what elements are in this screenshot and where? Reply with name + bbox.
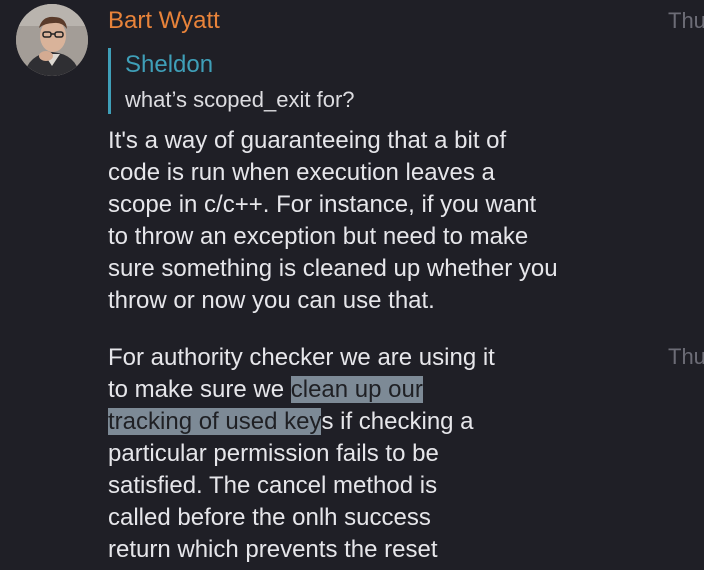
chat-message: Bart Wyatt Thu Thu Sheldon what’s scoped… [0,0,704,570]
selected-text[interactable]: tracking of used key [108,408,322,435]
text-line: to throw an exception but need to make [108,223,529,250]
text-line: scope in c/c++. For instance, if you wan… [108,191,537,218]
message-timestamp: Thu [668,344,704,369]
text-line: For authority checker we are using it [108,344,495,371]
message-paragraph: For authority checker we are using it to… [108,342,495,566]
text-line: It's a way of guaranteeing that a bit of [108,127,507,154]
quote-author: Sheldon [125,51,214,78]
text-line: particular permission fails to be [108,440,439,467]
text-segment: s if checking a [321,408,474,435]
avatar[interactable] [16,4,88,76]
text-line: to make sure we clean up our [108,374,495,406]
message-timestamp: Thu [668,8,704,33]
message-paragraph: It's a way of guaranteeing that a bit of… [108,125,558,317]
text-line: code is run when execution leaves a [108,159,495,186]
text-line: satisfied. The cancel method is [108,472,438,499]
quoted-reply[interactable]: Sheldon what’s scoped_exit for? [108,48,611,114]
text-segment: to make sure we [108,376,291,403]
text-line: tracking of used keys if checking a [108,406,495,438]
text-line: called before the onlh success [108,504,431,531]
quote-text: what’s scoped_exit for? [125,87,355,112]
sender-name[interactable]: Bart Wyatt [108,7,220,35]
text-line: throw or now you can use that. [108,287,435,314]
selected-text[interactable]: clean up our [290,376,423,403]
text-line: return which prevents the reset [108,536,438,563]
avatar-photo [16,4,88,76]
text-line: sure something is cleaned up whether you [108,255,558,282]
